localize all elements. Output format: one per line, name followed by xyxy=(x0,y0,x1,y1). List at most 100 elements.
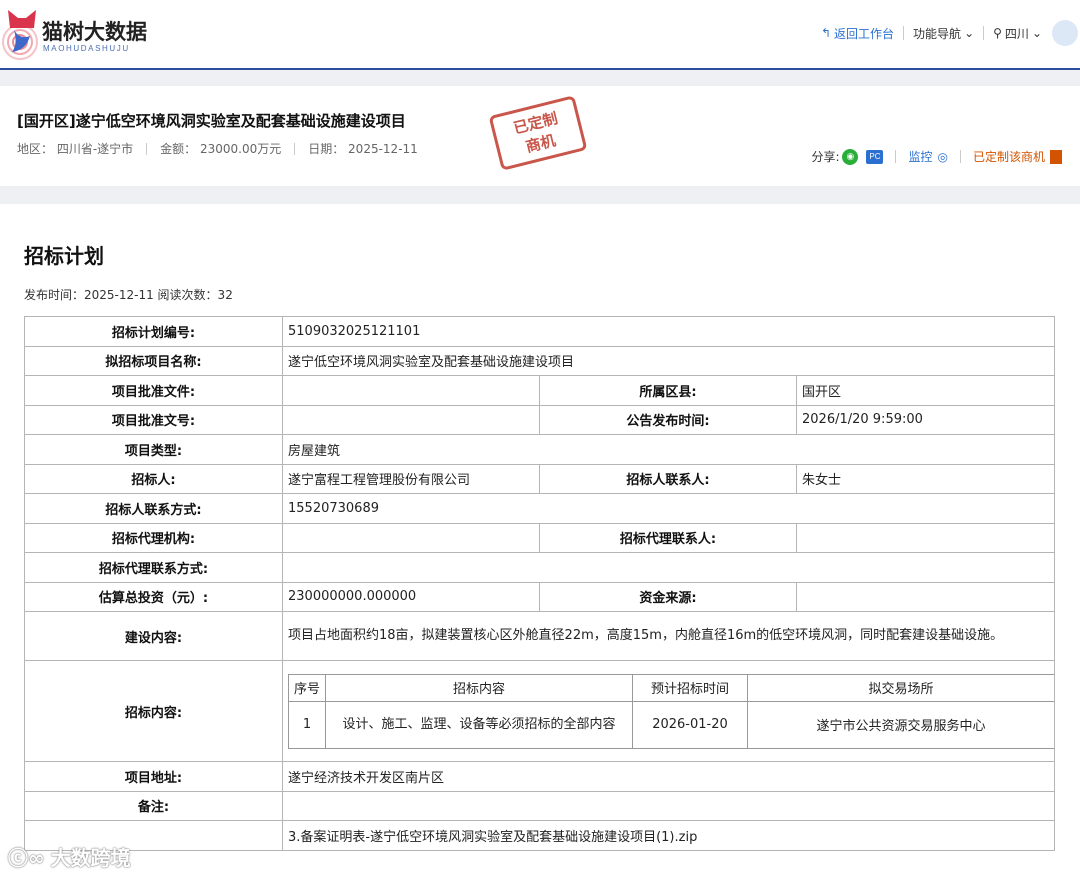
county-value: 国开区 xyxy=(796,375,1055,406)
bookmark-icon xyxy=(1050,149,1062,164)
county-label: 所属区县: xyxy=(539,375,797,406)
project-name-label: 拟招标项目名称: xyxy=(24,345,283,376)
approval-file-value xyxy=(282,375,540,406)
chevron-down-icon: ⌄ xyxy=(964,26,975,40)
remark-label: 备注: xyxy=(24,790,283,821)
wechat-share-icon[interactable]: ◉ xyxy=(842,148,859,165)
tenderer-phone-value: 15520730689 xyxy=(282,493,1055,524)
table-row: 招标代理机构: 招标代理联系人: xyxy=(24,522,1055,553)
fund-source-value xyxy=(796,581,1055,612)
agency-contact-label: 招标代理联系人: xyxy=(539,522,797,553)
logo-cat-icon xyxy=(2,10,38,60)
table-row: 建设内容: 项目占地面积约18亩，拟建装置核心区外舱直径22m，高度15m，内舱… xyxy=(24,611,1055,661)
back-to-workbench-link[interactable]: ↰ 返回工作台 xyxy=(821,25,894,42)
agency-phone-label: 招标代理联系方式: xyxy=(24,552,283,583)
watermark-logo-icon: ⓒ∞ xyxy=(8,846,45,870)
table-row: 招标计划编号: 5109032025121101 xyxy=(24,316,1055,347)
table-row: 项目地址: 遂宁经济技术开发区南片区 xyxy=(24,761,1055,792)
inner-header-no: 序号 xyxy=(288,673,326,702)
pc-share-icon[interactable]: PC xyxy=(866,149,884,164)
share-label: 分享: xyxy=(811,150,840,164)
investment-value: 230000000.000000 xyxy=(282,581,540,612)
table-row: 招标人: 遂宁富程工程管理股份有限公司 招标人联系人: 朱女士 xyxy=(24,463,1055,494)
project-name-value: 遂宁低空环境风洞实验室及配套基础设施建设项目 xyxy=(282,345,1055,376)
tenderer-label: 招标人: xyxy=(24,463,283,494)
plan-no-value: 5109032025121101 xyxy=(282,316,1055,347)
attachment-link[interactable]: 3.备案证明表-遂宁低空环境风洞实验室及配套基础设施建设项目(1).zip xyxy=(282,820,1055,851)
inner-header-row: 序号 招标内容 预计招标时间 拟交易场所 xyxy=(288,673,1055,702)
tender-content-table: 序号 招标内容 预计招标时间 拟交易场所 1 设计、施工、监理、设备等必须招标的… xyxy=(288,673,1055,749)
plan-no-label: 招标计划编号: xyxy=(24,316,283,347)
region-dropdown[interactable]: ⚲ 四川 ⌄ xyxy=(993,25,1042,42)
inner-cell-time: 2026-01-20 xyxy=(632,700,748,749)
project-type-label: 项目类型: xyxy=(24,434,283,465)
camera-icon: ◎ xyxy=(937,149,948,164)
tender-content-label: 招标内容: xyxy=(24,660,283,762)
agency-value xyxy=(282,522,540,553)
function-nav-dropdown[interactable]: 功能导航 ⌄ xyxy=(913,25,974,42)
back-arrow-icon: ↰ xyxy=(820,26,832,40)
remark-value xyxy=(282,790,1055,821)
project-type-value: 房屋建筑 xyxy=(282,434,1055,465)
meta-divider xyxy=(146,142,148,155)
table-row: 招标人联系方式: 15520730689 xyxy=(24,493,1055,524)
nav-divider xyxy=(903,26,905,40)
project-amount: 金额： 23000.00万元 xyxy=(160,142,282,156)
tender-content-cell: 序号 招标内容 预计招标时间 拟交易场所 1 设计、施工、监理、设备等必须招标的… xyxy=(282,660,1055,762)
chevron-down-icon: ⌄ xyxy=(1031,26,1042,40)
share-actions: 分享: ◉ PC 监控 ◎ 已定制该商机 xyxy=(811,148,1062,165)
content-panel: 招标计划 发布时间：2025-12-11 阅读次数：32 招标计划编号: 510… xyxy=(0,204,1080,877)
tenderer-contact-label: 招标人联系人: xyxy=(539,463,797,494)
notice-time-label: 公告发布时间: xyxy=(539,404,797,435)
agency-phone-value xyxy=(282,552,1055,583)
inner-header-content: 招标内容 xyxy=(325,673,633,702)
inner-row: 1 设计、施工、监理、设备等必须招标的全部内容 2026-01-20 遂宁市公共… xyxy=(288,700,1055,749)
monitor-button[interactable]: 监控 ◎ xyxy=(908,148,948,165)
logo-text: 猫树大数据 xyxy=(42,20,147,44)
address-value: 遂宁经济技术开发区南片区 xyxy=(282,761,1055,792)
agency-label: 招标代理机构: xyxy=(24,522,283,553)
project-date: 日期： 2025-12-11 xyxy=(308,142,418,156)
user-avatar[interactable] xyxy=(1052,20,1078,46)
table-row: 项目批准文件: 所属区县: 国开区 xyxy=(24,375,1055,406)
project-region: 地区： 四川省-遂宁市 xyxy=(17,142,134,156)
top-nav: ↰ 返回工作台 功能导航 ⌄ ⚲ 四川 ⌄ xyxy=(821,20,1080,46)
logo-subtext: MAOHUDASHUJU xyxy=(43,44,130,53)
approval-no-label: 项目批准文号: xyxy=(24,404,283,435)
table-row: 拟招标项目名称: 遂宁低空环境风洞实验室及配套基础设施建设项目 xyxy=(24,345,1055,376)
project-title: [国开区]遂宁低空环境风洞实验室及配套基础设施建设项目 xyxy=(17,112,406,130)
notice-time-value: 2026/1/20 9:59:00 xyxy=(796,404,1055,435)
tenderer-contact-value: 朱女士 xyxy=(796,463,1055,494)
approval-no-value xyxy=(282,404,540,435)
inner-header-place: 拟交易场所 xyxy=(747,673,1055,702)
table-row: 估算总投资（元）: 230000000.000000 资金来源: xyxy=(24,581,1055,612)
nav-divider xyxy=(983,26,985,40)
function-nav-label: 功能导航 xyxy=(913,26,962,41)
region-label: 四川 xyxy=(1004,26,1029,41)
approval-file-label: 项目批准文件: xyxy=(24,375,283,406)
customized-stamp: 已定制 商机 xyxy=(488,95,588,171)
table-row: 项目类型: 房屋建筑 xyxy=(24,434,1055,465)
table-row: 3.备案证明表-遂宁低空环境风洞实验室及配套基础设施建设项目(1).zip xyxy=(24,820,1055,851)
inner-cell-no: 1 xyxy=(288,700,326,749)
project-meta: 地区： 四川省-遂宁市 金额： 23000.00万元 日期： 2025-12-1… xyxy=(17,140,418,157)
logo[interactable]: 猫树大数据 MAOHUDASHUJU xyxy=(0,6,150,62)
project-summary-bar: [国开区]遂宁低空环境风洞实验室及配套基础设施建设项目 地区： 四川省-遂宁市 … xyxy=(0,86,1080,186)
back-label: 返回工作台 xyxy=(834,26,895,41)
publish-info: 发布时间：2025-12-11 阅读次数：32 xyxy=(24,288,233,302)
top-header: 猫树大数据 MAOHUDASHUJU ↰ 返回工作台 功能导航 ⌄ ⚲ 四川 ⌄ xyxy=(0,0,1080,70)
table-row: 项目批准文号: 公告发布时间: 2026/1/20 9:59:00 xyxy=(24,404,1055,435)
fund-source-label: 资金来源: xyxy=(539,581,797,612)
customized-label: 已定制该商机 xyxy=(972,150,1045,164)
tenderer-value: 遂宁富程工程管理股份有限公司 xyxy=(282,463,540,494)
monitor-label: 监控 xyxy=(908,150,933,164)
tenderer-phone-label: 招标人联系方式: xyxy=(24,493,283,524)
tender-plan-table: 招标计划编号: 5109032025121101 拟招标项目名称: 遂宁低空环境… xyxy=(24,316,1055,851)
construction-value: 项目占地面积约18亩，拟建装置核心区外舱直径22m，高度15m，内舱直径16m的… xyxy=(282,611,1055,661)
watermark-text: 大数跨境 xyxy=(50,846,131,870)
share-divider xyxy=(959,150,961,163)
construction-label: 建设内容: xyxy=(24,611,283,661)
inner-header-time: 预计招标时间 xyxy=(632,673,748,702)
location-pin-icon: ⚲ xyxy=(993,26,1002,40)
customized-button[interactable]: 已定制该商机 xyxy=(973,148,1062,165)
